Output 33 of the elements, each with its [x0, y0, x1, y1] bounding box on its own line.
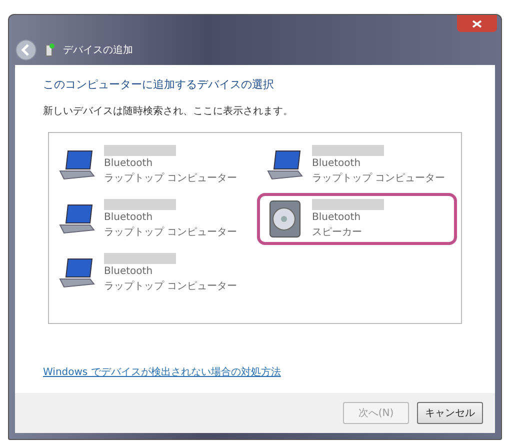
laptop-icon [58, 203, 98, 235]
instruction-text: 新しいデバイスは随時検索され、ここに表示されます。 [43, 104, 294, 118]
device-category: ラップトップ コンピューター [104, 226, 238, 239]
laptop-icon [58, 149, 98, 181]
device-type: Bluetooth [312, 158, 362, 169]
device-icon [45, 43, 55, 57]
window-title: デバイスの追加 [63, 44, 133, 57]
back-icon[interactable] [15, 39, 37, 61]
device-item[interactable]: Bluetooth スピーカー [257, 193, 457, 245]
device-type: Bluetooth [104, 266, 154, 277]
device-item[interactable]: Bluetooth ラップトップ コンピューター [49, 139, 249, 191]
help-link[interactable]: Windows でデバイスが検出されない場合の対処方法 [43, 365, 467, 379]
redacted-name-bar [104, 253, 176, 264]
page-heading: このコンピューターに追加するデバイスの選択 [43, 77, 275, 92]
laptop-icon [266, 149, 306, 181]
device-category: ラップトップ コンピューター [104, 280, 238, 293]
device-category: ラップトップ コンピューター [104, 172, 238, 185]
device-item[interactable]: Bluetooth ラップトップ コンピューター [49, 193, 249, 245]
device-type: Bluetooth [104, 212, 154, 223]
device-category: ラップトップ コンピューター [312, 172, 446, 185]
close-button[interactable] [457, 15, 497, 32]
device-type: Bluetooth [312, 212, 362, 223]
device-item[interactable]: Bluetooth ラップトップ コンピューター [49, 247, 249, 299]
cancel-button[interactable]: キャンセル [417, 402, 483, 424]
laptop-icon [58, 257, 98, 289]
redacted-name-bar [104, 145, 176, 156]
device-category: スピーカー [312, 226, 363, 239]
redacted-name-bar [312, 145, 384, 156]
device-item[interactable]: Bluetooth ラップトップ コンピューター [257, 139, 457, 191]
redacted-name-bar [312, 199, 384, 210]
device-type: Bluetooth [104, 158, 154, 169]
close-icon [472, 20, 482, 28]
redacted-name-bar [104, 199, 176, 210]
